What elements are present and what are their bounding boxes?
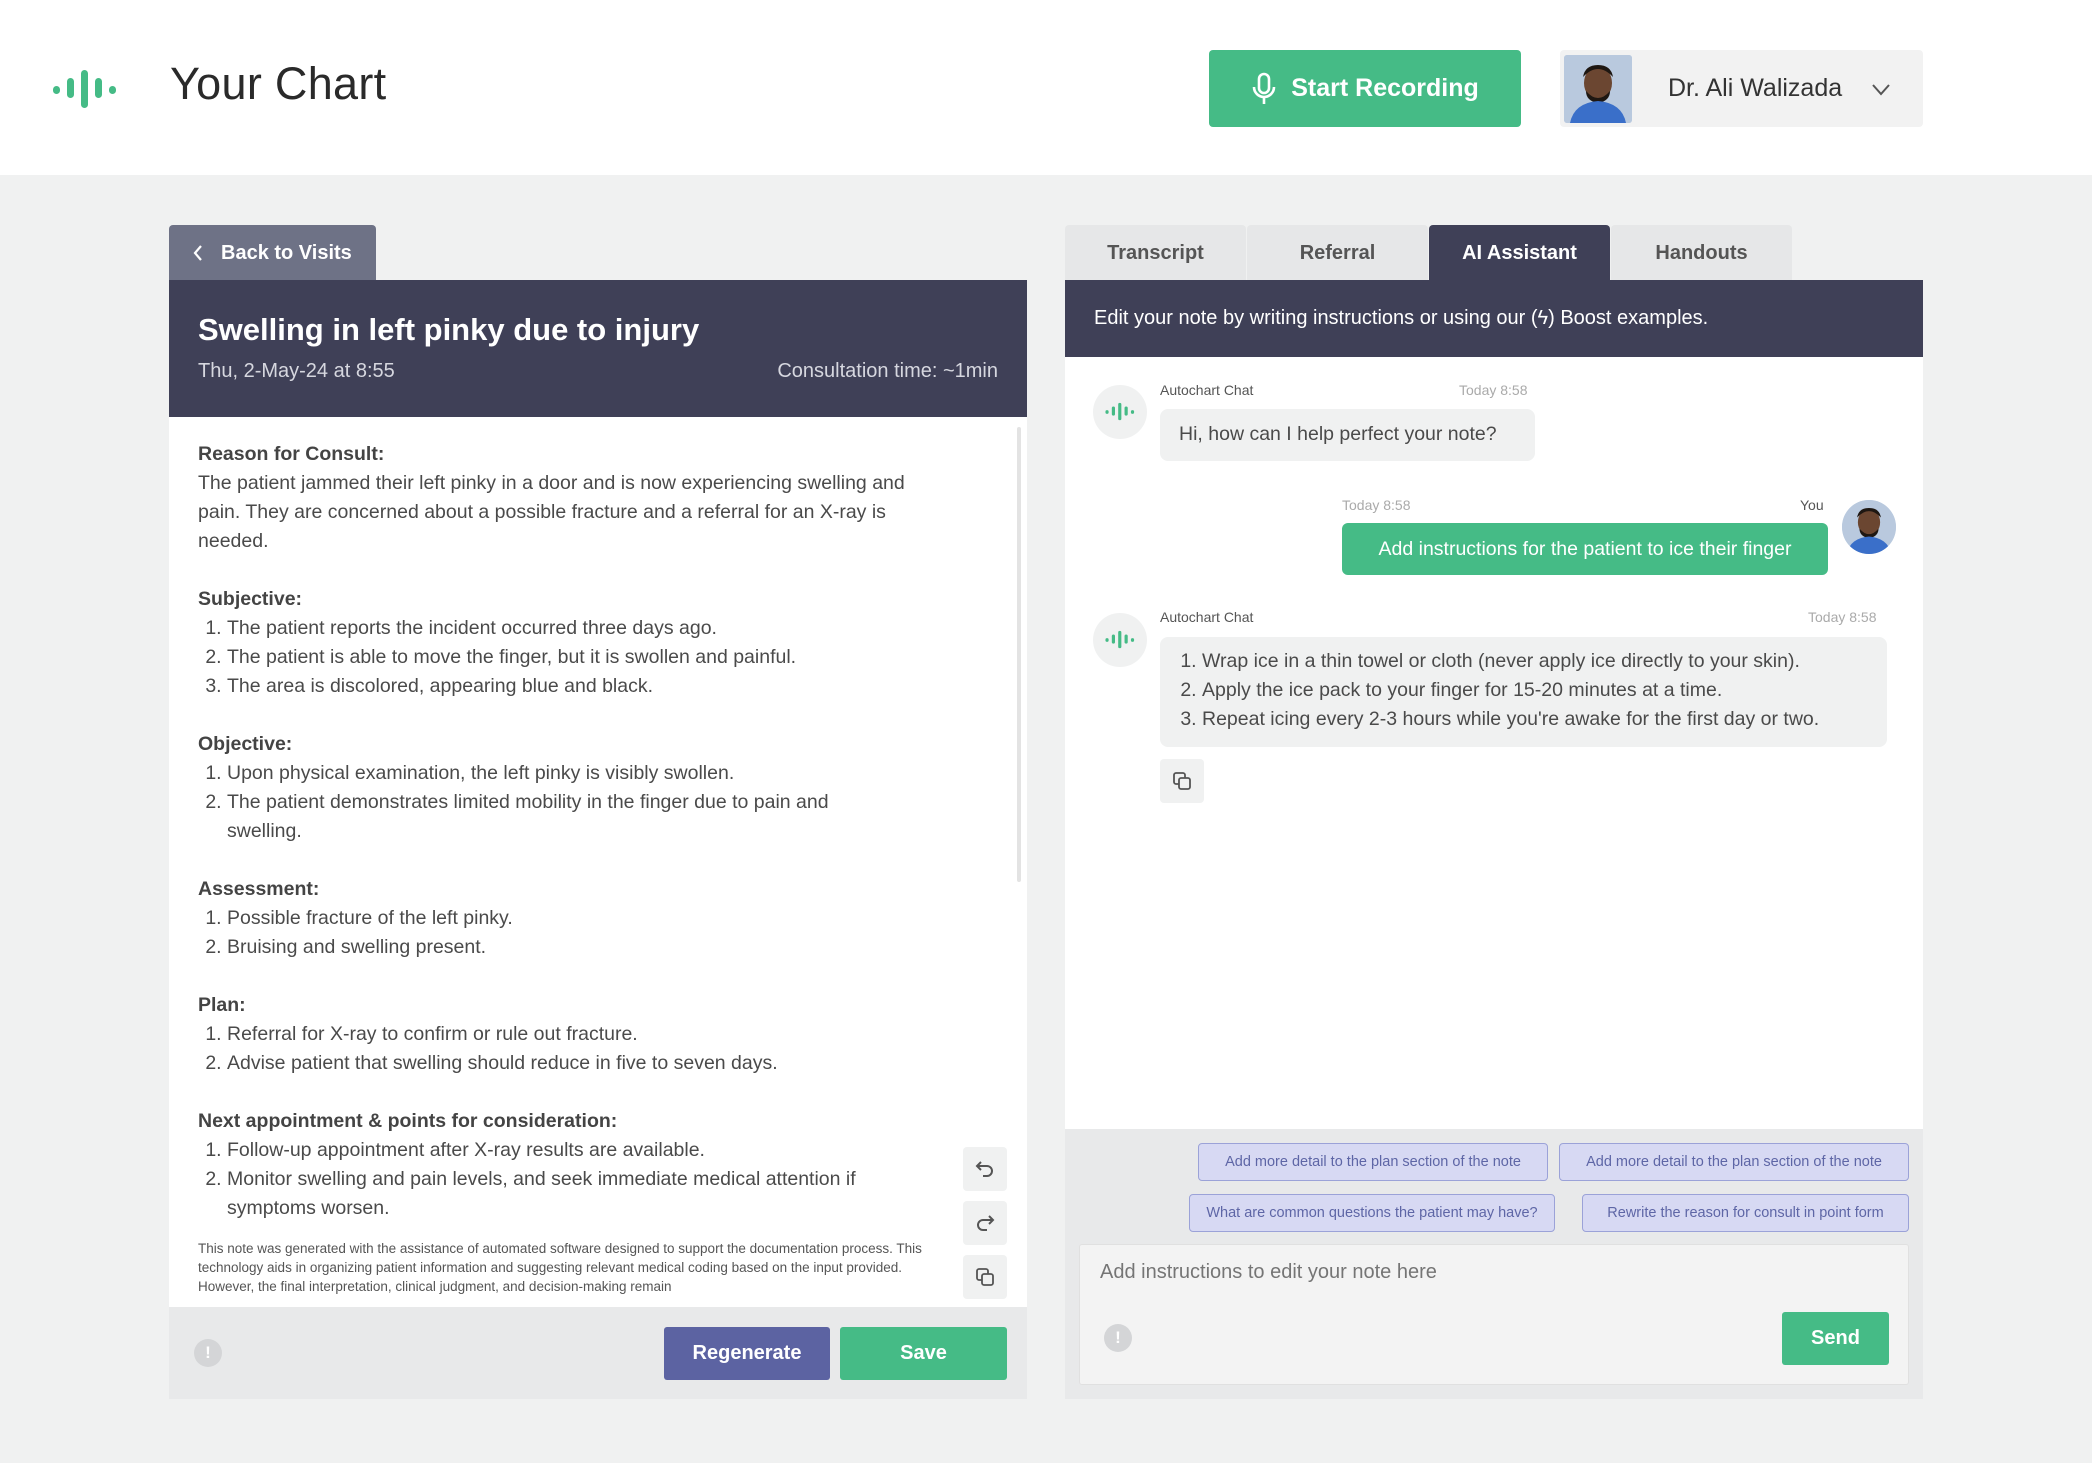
back-to-visits-button[interactable]: Back to Visits xyxy=(169,225,376,281)
note-scrollbar[interactable] xyxy=(1017,427,1021,882)
save-button[interactable]: Save xyxy=(840,1327,1007,1380)
list-item: Repeat icing every 2-3 hours while you'r… xyxy=(1202,705,1868,734)
send-button[interactable]: Send xyxy=(1782,1312,1889,1365)
bot-avatar xyxy=(1093,385,1147,439)
autochart-logo-icon xyxy=(1105,630,1135,649)
section-heading: Subjective: xyxy=(198,588,303,610)
regenerate-button[interactable]: Regenerate xyxy=(664,1327,830,1380)
list-item: Follow-up appointment after X-ray result… xyxy=(227,1136,898,1165)
tab-referral[interactable]: Referral xyxy=(1247,225,1428,281)
list-item: Bruising and swelling present. xyxy=(227,933,958,962)
autochart-logo-icon xyxy=(53,70,116,108)
instruction-input[interactable] xyxy=(1100,1261,1880,1284)
user-message: Add instructions for the patient to ice … xyxy=(1342,523,1828,575)
chevron-down-icon xyxy=(1872,76,1890,102)
top-header: Your Chart Start Recording Dr. Ali Waliz… xyxy=(0,0,2092,175)
note-header: Swelling in left pinky due to injury Thu… xyxy=(169,280,1027,417)
tab-transcript[interactable]: Transcript xyxy=(1065,225,1246,281)
page-title: Your Chart xyxy=(170,58,387,109)
ai-disclaimer: This note was generated with the assista… xyxy=(198,1241,922,1294)
section-heading: Assessment: xyxy=(198,878,320,900)
undo-icon xyxy=(975,1161,993,1177)
boost-chip[interactable]: Add more detail to the plan section of t… xyxy=(1559,1143,1909,1181)
list-item: Wrap ice in a thin towel or cloth (never… xyxy=(1202,647,1868,676)
list-item: Apply the ice pack to your finger for 15… xyxy=(1202,676,1868,705)
microphone-icon xyxy=(1252,72,1276,104)
list-item: The patient is able to move the finger, … xyxy=(227,643,958,672)
note-section-reason: Reason for Consult: The patient jammed t… xyxy=(198,440,958,556)
start-recording-label: Start Recording xyxy=(1291,74,1479,102)
boost-chip[interactable]: What are common questions the patient ma… xyxy=(1189,1194,1555,1232)
consultation-time: Consultation time: ~1min xyxy=(777,360,998,382)
note-date: Thu, 2-May-24 at 8:55 xyxy=(198,360,395,382)
section-heading: Objective: xyxy=(198,733,293,755)
avatar xyxy=(1564,54,1632,123)
section-heading: Next appointment & points for considerat… xyxy=(198,1110,618,1132)
start-recording-button[interactable]: Start Recording xyxy=(1209,50,1521,127)
section-heading: Reason for Consult: xyxy=(198,443,385,465)
back-to-visits-label: Back to Visits xyxy=(221,241,352,264)
list-item: Monitor swelling and pain levels, and se… xyxy=(227,1165,898,1223)
note-title: Swelling in left pinky due to injury xyxy=(198,312,700,347)
note-section-assessment: Assessment: Possible fracture of the lef… xyxy=(198,875,958,962)
message-time: Today 8:58 xyxy=(1808,609,1877,625)
list-item: Referral for X-ray to confirm or rule ou… xyxy=(227,1020,958,1049)
boost-chip[interactable]: Rewrite the reason for consult in point … xyxy=(1582,1194,1909,1232)
message-sender: Autochart Chat xyxy=(1160,609,1254,625)
chat-area: Autochart Chat Today 8:58 Hi, how can I … xyxy=(1065,357,1923,1129)
message-sender: You xyxy=(1800,497,1824,513)
user-name: Dr. Ali Walizada xyxy=(1668,74,1843,102)
note-footer: ! Regenerate Save xyxy=(169,1307,1027,1399)
list-item: Possible fracture of the left pinky. xyxy=(227,904,958,933)
chevron-left-icon xyxy=(193,245,202,261)
message-time: Today 8:58 xyxy=(1342,497,1411,513)
copy-message-button[interactable] xyxy=(1160,759,1204,803)
undo-button[interactable] xyxy=(963,1147,1007,1191)
note-content: Reason for Consult: The patient jammed t… xyxy=(198,440,958,1296)
user-menu[interactable]: Dr. Ali Walizada xyxy=(1560,50,1923,127)
copy-icon xyxy=(976,1268,994,1286)
section-heading: Plan: xyxy=(198,994,246,1016)
message-sender: Autochart Chat xyxy=(1160,382,1254,398)
redo-icon xyxy=(977,1215,995,1231)
copy-note-button[interactable] xyxy=(963,1255,1007,1299)
chat-composer: Add more detail to the plan section of t… xyxy=(1065,1129,1923,1399)
info-icon[interactable]: ! xyxy=(1104,1324,1132,1352)
section-text: The patient jammed their left pinky in a… xyxy=(198,472,905,552)
note-body[interactable]: Reason for Consult: The patient jammed t… xyxy=(169,417,1027,1307)
tab-ai-assistant[interactable]: AI Assistant xyxy=(1429,225,1610,281)
note-section-plan: Plan: Referral for X-ray to confirm or r… xyxy=(198,991,958,1078)
list-item: The patient reports the incident occurre… xyxy=(227,614,958,643)
boost-chip[interactable]: Add more detail to the plan section of t… xyxy=(1198,1143,1548,1181)
avatar xyxy=(1842,500,1896,554)
bot-message: Hi, how can I help perfect your note? xyxy=(1160,409,1535,461)
note-section-objective: Objective: Upon physical examination, th… xyxy=(198,730,958,846)
note-section-next-appointment: Next appointment & points for considerat… xyxy=(198,1107,958,1223)
note-section-subjective: Subjective: The patient reports the inci… xyxy=(198,585,958,701)
list-item: The area is discolored, appearing blue a… xyxy=(227,672,958,701)
bot-avatar xyxy=(1093,613,1147,667)
list-item: Upon physical examination, the left pink… xyxy=(227,759,878,788)
autochart-logo-icon xyxy=(1105,402,1135,421)
info-icon[interactable]: ! xyxy=(194,1339,222,1367)
redo-button[interactable] xyxy=(963,1201,1007,1245)
tab-handouts[interactable]: Handouts xyxy=(1611,225,1792,281)
message-time: Today 8:58 xyxy=(1459,382,1528,398)
ai-assistant-banner: Edit your note by writing instructions o… xyxy=(1065,280,1923,357)
instruction-input-box[interactable]: ! Send xyxy=(1079,1244,1909,1385)
bot-message: Wrap ice in a thin towel or cloth (never… xyxy=(1160,637,1887,747)
copy-icon xyxy=(1173,772,1191,790)
list-item: The patient demonstrates limited mobilit… xyxy=(227,788,878,846)
list-item: Advise patient that swelling should redu… xyxy=(227,1049,958,1078)
